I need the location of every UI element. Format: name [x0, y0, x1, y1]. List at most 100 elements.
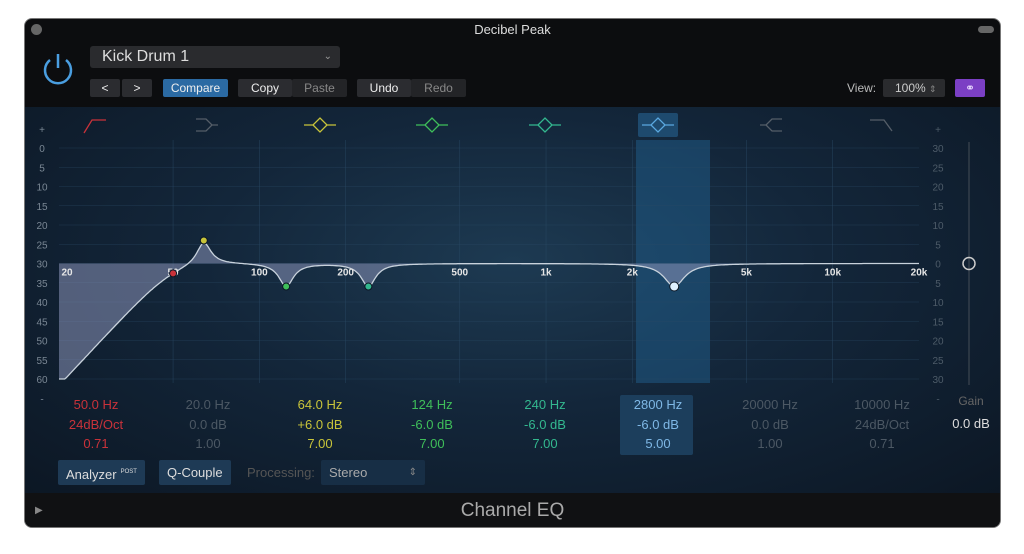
post-badge: POST	[120, 469, 137, 475]
band-freq[interactable]: 20.0 Hz	[158, 395, 258, 415]
view-label: View:	[847, 81, 877, 95]
left-scale-tick: +	[39, 125, 45, 136]
band-freq[interactable]: 240 Hz	[495, 395, 595, 415]
band-gain[interactable]: 0.0 dB	[720, 415, 820, 435]
right-scale-tick: 25	[932, 356, 944, 367]
processing-label: Processing:	[247, 465, 315, 480]
view-zoom-value: 100%	[895, 81, 926, 95]
right-scale-tick: 15	[932, 202, 944, 213]
high-cut-icon-high-cut[interactable]	[870, 119, 893, 132]
freq-label: 200	[337, 268, 354, 279]
analyzer-button[interactable]: Analyzer POST	[58, 460, 145, 485]
left-scale-tick: -	[40, 394, 43, 405]
freq-label: 20	[61, 268, 73, 279]
right-scale-tick: 15	[932, 317, 944, 328]
band-node[interactable]	[669, 281, 680, 292]
left-scale-tick: 20	[36, 221, 48, 232]
band-freq[interactable]: 2800 Hz	[608, 395, 708, 415]
power-icon[interactable]	[40, 51, 76, 87]
compare-button[interactable]: Compare	[163, 79, 228, 97]
eq-panel: +0 5 10 15 20 25 30 35 40 45 50 55 60- +30 25 20 15 10 5 0 5…	[25, 107, 1000, 493]
freq-label: 10k	[824, 268, 841, 279]
freq-label: 1k	[540, 268, 552, 279]
resize-button[interactable]	[978, 26, 994, 33]
right-scale-tick: 5	[935, 240, 941, 251]
copy-button[interactable]: Copy	[238, 79, 292, 97]
band-values-2: 20.0 Hz 0.0 dB 1.00	[158, 395, 258, 454]
footer: ▶ Channel EQ	[25, 493, 1000, 527]
undo-button[interactable]: Undo	[357, 79, 411, 97]
eq-curve	[59, 242, 919, 380]
right-scale-tick: -	[936, 394, 939, 405]
band-freq[interactable]: 64.0 Hz	[270, 395, 370, 415]
right-scale-tick: 20	[932, 337, 944, 348]
left-scale-tick: 45	[36, 317, 48, 328]
preset-name: Kick Drum 1	[102, 48, 190, 65]
bell-icon-peak[interactable]	[529, 117, 561, 133]
band-gain[interactable]: 24dB/Oct	[46, 415, 146, 435]
bell-icon-peak[interactable]	[304, 117, 336, 133]
band-gain[interactable]: 0.0 dB	[158, 415, 258, 435]
analyzer-label: Analyzer	[66, 467, 117, 482]
band-gain[interactable]: +6.0 dB	[270, 415, 370, 435]
band-node[interactable]	[199, 236, 208, 245]
gain-label: Gain	[958, 394, 984, 408]
freq-label: 100	[251, 268, 268, 279]
chevron-down-icon: ⌄	[323, 51, 332, 62]
band-q[interactable]: 5.00	[608, 434, 708, 454]
next-preset-button[interactable]: >	[122, 79, 152, 97]
link-icon[interactable]: ⚭	[955, 79, 985, 97]
right-scale-tick: 30	[932, 144, 944, 155]
preset-dropdown[interactable]: Kick Drum 1 ⌄	[90, 46, 340, 68]
band-node[interactable]	[282, 282, 291, 291]
stepper-icon: ⇕	[408, 467, 417, 478]
q-couple-button[interactable]: Q-Couple	[159, 460, 231, 485]
left-scale-tick: 30	[36, 260, 48, 271]
band-gain[interactable]: -6.0 dB	[608, 415, 708, 435]
left-scale-tick: 35	[36, 279, 48, 290]
band-freq[interactable]: 10000 Hz	[832, 395, 932, 415]
processing-value: Stereo	[329, 465, 368, 480]
left-scale-tick: 15	[36, 202, 48, 213]
band-gain[interactable]: -6.0 dB	[495, 415, 595, 435]
band-freq[interactable]: 124 Hz	[382, 395, 482, 415]
paste-button[interactable]: Paste	[292, 79, 347, 97]
freq-label: 500	[451, 268, 468, 279]
processing-select[interactable]: Stereo ⇕	[321, 460, 425, 485]
band-values-5: 240 Hz -6.0 dB 7.00	[495, 395, 595, 454]
band-values-7: 20000 Hz 0.0 dB 1.00	[720, 395, 820, 454]
left-scale-tick: 55	[36, 356, 48, 367]
right-scale-tick: 25	[932, 163, 944, 174]
band-q[interactable]: 0.71	[832, 434, 932, 454]
band-q[interactable]: 7.00	[382, 434, 482, 454]
band-values-8: 10000 Hz 24dB/Oct 0.71	[832, 395, 932, 454]
previous-preset-button[interactable]: <	[90, 79, 120, 97]
bell-icon-peak[interactable]	[416, 117, 448, 133]
band-q[interactable]: 1.00	[720, 434, 820, 454]
band-q[interactable]: 7.00	[495, 434, 595, 454]
high-shelf-icon-high-shelf[interactable]	[760, 118, 782, 132]
freq-label: 2k	[627, 268, 639, 279]
disclosure-triangle-icon[interactable]: ▶	[35, 493, 43, 527]
right-scale-tick: 20	[932, 183, 944, 194]
band-q[interactable]: 7.00	[270, 434, 370, 454]
band-gain[interactable]: -6.0 dB	[382, 415, 482, 435]
right-scale-tick: 10	[932, 221, 944, 232]
selected-band-column	[636, 140, 710, 383]
band-q[interactable]: 1.00	[158, 434, 258, 454]
band-gain[interactable]: 24dB/Oct	[832, 415, 932, 435]
redo-button[interactable]: Redo	[411, 79, 466, 97]
view-zoom-select[interactable]: 100% ⇕	[883, 79, 945, 97]
freq-label: 20k	[911, 268, 928, 279]
right-scale-tick: 30	[932, 375, 944, 386]
band-node[interactable]	[364, 282, 373, 291]
band-node[interactable]	[169, 269, 178, 278]
low-shelf-icon-low-shelf[interactable]	[196, 118, 218, 132]
close-button[interactable]	[31, 24, 42, 35]
right-scale-tick: 10	[932, 298, 944, 309]
band-freq[interactable]: 20000 Hz	[720, 395, 820, 415]
low-cut-icon-low-cut[interactable]	[83, 119, 106, 134]
band-q[interactable]: 0.71	[46, 434, 146, 454]
band-freq[interactable]: 50.0 Hz	[46, 395, 146, 415]
gain-value[interactable]: 0.0 dB	[943, 416, 999, 431]
